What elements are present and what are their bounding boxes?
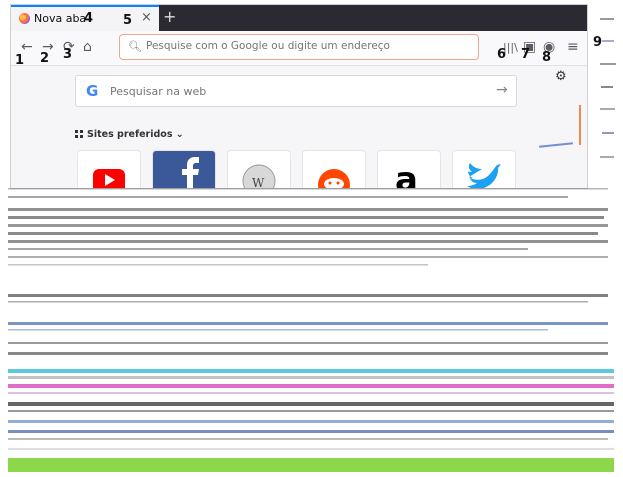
- callout-1: 1: [15, 53, 25, 68]
- gear-icon[interactable]: ⚙: [555, 69, 567, 84]
- callout-9: 9: [593, 35, 603, 50]
- decorative-dash: [538, 142, 574, 148]
- svg-text:a: a: [395, 160, 418, 188]
- firefox-icon: [19, 13, 30, 24]
- search-arrow-icon[interactable]: →: [496, 82, 508, 98]
- web-search-input[interactable]: [108, 84, 472, 99]
- top-site-facebook[interactable]: [152, 150, 216, 188]
- tab-bar: Nova aba × +: [11, 5, 587, 31]
- top-site-wikipedia[interactable]: W: [227, 150, 291, 188]
- top-site-amazon[interactable]: a: [377, 150, 441, 188]
- top-sites-heading[interactable]: Sites preferidos ⌄: [75, 129, 184, 140]
- top-site-twitter[interactable]: [452, 150, 516, 188]
- scrambled-text-region: [8, 188, 614, 472]
- web-search-box[interactable]: G →: [75, 75, 517, 107]
- address-bar[interactable]: 🔍︎: [119, 34, 479, 60]
- browser-window: Nova aba × + ← → ⟳ ⌂ 🔍︎ |||\ ▣ ◉ ≡ ⚙ G →…: [11, 5, 587, 188]
- callout-7: 7: [521, 47, 531, 62]
- top-site-reddit[interactable]: [302, 150, 366, 188]
- reddit-icon: [318, 169, 350, 188]
- callout-2: 2: [40, 51, 50, 66]
- new-tab-button[interactable]: +: [163, 7, 176, 26]
- grid-icon: [75, 130, 83, 138]
- callout-4: 4: [84, 11, 94, 26]
- tab-close-icon[interactable]: ×: [141, 10, 152, 25]
- url-input[interactable]: [144, 39, 468, 53]
- home-button[interactable]: ⌂: [83, 39, 92, 55]
- tab-title: Nova aba: [34, 12, 87, 25]
- search-icon: 🔍︎: [128, 40, 142, 53]
- callout-5: 5: [123, 13, 133, 28]
- top-site-youtube[interactable]: [77, 150, 141, 188]
- callout-6: 6: [497, 47, 507, 62]
- google-icon: G: [86, 82, 99, 100]
- callout-8: 8: [542, 50, 552, 65]
- callout-3: 3: [63, 47, 73, 62]
- twitter-icon: [467, 163, 501, 188]
- facebook-icon: [182, 157, 199, 188]
- chevron-down-icon: ⌄: [175, 129, 184, 140]
- wikipedia-icon: W: [242, 164, 276, 188]
- youtube-icon: [93, 169, 125, 188]
- decorative-edge: [579, 105, 581, 145]
- amazon-icon: a: [395, 160, 418, 188]
- top-sites-label: Sites preferidos: [87, 129, 173, 140]
- menu-button[interactable]: ≡: [567, 39, 579, 55]
